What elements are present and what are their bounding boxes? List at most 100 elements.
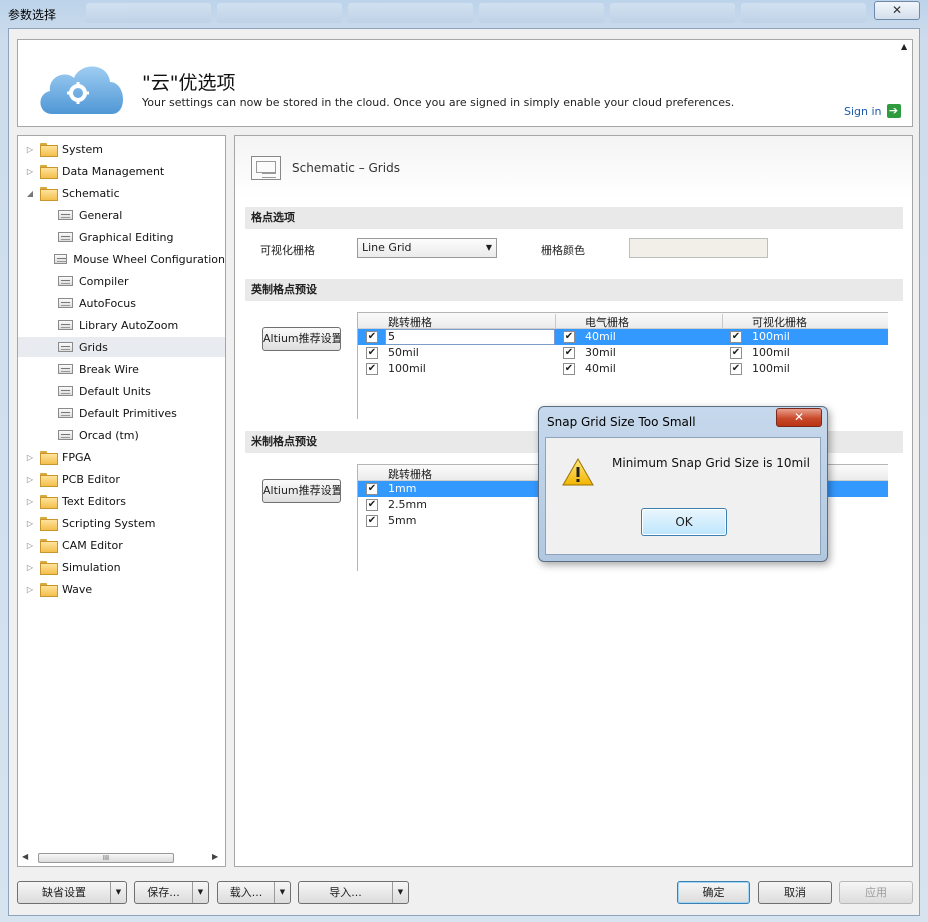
expand-toggle-icon[interactable]: ▷ xyxy=(24,563,36,572)
grid-color-label: 栅格颜色 xyxy=(541,244,585,257)
dialog-message: Minimum Snap Grid Size is 10mil xyxy=(612,456,810,470)
tree-item-label: Schematic xyxy=(62,186,120,200)
enabled-checkbox[interactable]: ✔ xyxy=(366,347,378,359)
scroll-left-icon[interactable]: ◀ xyxy=(22,852,28,861)
visible-grid-select[interactable]: Line Grid ▼ xyxy=(357,238,497,258)
expand-toggle-icon[interactable]: ◢ xyxy=(24,189,36,198)
grid-color-swatch[interactable] xyxy=(629,238,768,258)
enabled-checkbox[interactable]: ✔ xyxy=(730,347,742,359)
expand-toggle-icon[interactable]: ▷ xyxy=(24,497,36,506)
settings-page-icon xyxy=(58,364,73,374)
chevron-down-icon[interactable]: ▼ xyxy=(274,882,290,903)
enabled-checkbox[interactable]: ✔ xyxy=(563,363,575,375)
enabled-checkbox[interactable]: ✔ xyxy=(563,347,575,359)
tree-item[interactable]: ▷ Simulation xyxy=(18,557,225,577)
table-row[interactable]: ✔ 5 ✔ 40mil ✔ 100mil xyxy=(358,329,888,345)
collapse-banner-icon[interactable]: ▲ xyxy=(901,42,907,51)
grid-cell: 5mm xyxy=(388,514,417,527)
imperial-recommended-button[interactable]: Altium推荐设置 xyxy=(262,327,341,351)
tree-item[interactable]: ▷ CAM Editor xyxy=(18,535,225,555)
dialog-ok-button[interactable]: OK xyxy=(641,508,727,536)
import-button[interactable]: 导入... ▼ xyxy=(298,881,409,904)
arrow-right-icon: ➔ xyxy=(886,104,901,118)
load-button[interactable]: 载入... ▼ xyxy=(217,881,291,904)
chevron-down-icon[interactable]: ▼ xyxy=(110,882,126,903)
tree-item[interactable]: ◢ Schematic xyxy=(18,183,225,203)
tree-item[interactable]: Graphical Editing xyxy=(18,227,225,247)
expand-toggle-icon[interactable]: ▷ xyxy=(24,519,36,528)
enabled-checkbox[interactable]: ✔ xyxy=(366,331,378,343)
tree-item[interactable]: ▷ FPGA xyxy=(18,447,225,467)
tree-item-label: Break Wire xyxy=(79,362,139,376)
dialog-body: Minimum Snap Grid Size is 10mil OK xyxy=(545,437,821,555)
defaults-button[interactable]: 缺省设置 ▼ xyxy=(17,881,127,904)
enabled-checkbox[interactable]: ✔ xyxy=(730,363,742,375)
metric-recommended-button[interactable]: Altium推荐设置 xyxy=(262,479,341,503)
enabled-checkbox[interactable]: ✔ xyxy=(366,483,378,495)
expand-toggle-icon[interactable]: ▷ xyxy=(24,475,36,484)
folder-icon xyxy=(40,561,58,575)
tree-item[interactable]: ▷ Wave xyxy=(18,579,225,599)
tree-item[interactable]: Default Units xyxy=(18,381,225,401)
tree-item[interactable]: Grids xyxy=(18,337,225,357)
expand-toggle-icon[interactable]: ▷ xyxy=(24,453,36,462)
folder-icon xyxy=(40,583,58,597)
snap-grid-input[interactable]: 5 xyxy=(385,329,555,345)
tree-item[interactable]: ▷ Text Editors xyxy=(18,491,225,511)
tree-item-label: Simulation xyxy=(62,560,121,574)
grid-cell: 100mil xyxy=(752,346,790,359)
tree-item[interactable]: ▷ System xyxy=(18,139,225,159)
tree-item[interactable]: ▷ Data Management xyxy=(18,161,225,181)
dialog-close-button[interactable]: ✕ xyxy=(776,408,822,427)
enabled-checkbox[interactable]: ✔ xyxy=(730,331,742,343)
cancel-button[interactable]: 取消 xyxy=(758,881,832,904)
expand-toggle-icon[interactable]: ▷ xyxy=(24,167,36,176)
tree-item-label: FPGA xyxy=(62,450,92,464)
enabled-checkbox[interactable]: ✔ xyxy=(366,499,378,511)
expand-toggle-icon[interactable]: ▷ xyxy=(24,585,36,594)
cloud-preferences-title: "云"优选项 xyxy=(142,72,236,94)
folder-icon xyxy=(40,517,58,531)
table-row[interactable]: ✔ 100mil ✔ 40mil ✔ 100mil xyxy=(358,361,888,377)
scrollbar-thumb[interactable]: III xyxy=(38,853,174,863)
column-header: 电气栅格 xyxy=(585,316,629,329)
expand-toggle-icon[interactable]: ▷ xyxy=(24,541,36,550)
preferences-window: 参数选择 ✕ "云"优选项 Your settings can now be s… xyxy=(0,0,928,922)
import-label: 导入... xyxy=(329,886,362,899)
table-row[interactable]: ✔ 50mil ✔ 30mil ✔ 100mil xyxy=(358,345,888,361)
tree-item-label: Library AutoZoom xyxy=(79,318,179,332)
enabled-checkbox[interactable]: ✔ xyxy=(563,331,575,343)
tree-item[interactable]: Library AutoZoom xyxy=(18,315,225,335)
tree-item[interactable]: General xyxy=(18,205,225,225)
enabled-checkbox[interactable]: ✔ xyxy=(366,363,378,375)
ok-button[interactable]: 确定 xyxy=(677,881,750,904)
panel-title: Schematic – Grids xyxy=(292,161,400,175)
tree-horizontal-scrollbar[interactable]: ◀ III ▶ xyxy=(22,852,221,864)
expand-toggle-icon[interactable]: ▷ xyxy=(24,145,36,154)
tree-item-label: Scripting System xyxy=(62,516,156,530)
tree-item[interactable]: ▷ Scripting System xyxy=(18,513,225,533)
cloud-preferences-subtitle: Your settings can now be stored in the c… xyxy=(142,96,735,109)
chevron-down-icon[interactable]: ▼ xyxy=(192,882,208,903)
sign-in-link[interactable]: Sign in ➔ xyxy=(844,104,901,118)
enabled-checkbox[interactable]: ✔ xyxy=(366,515,378,527)
title-bar: 参数选择 ✕ xyxy=(0,0,928,28)
chevron-down-icon[interactable]: ▼ xyxy=(392,882,408,903)
tree-item[interactable]: Compiler xyxy=(18,271,225,291)
tree-item-label: Text Editors xyxy=(62,494,127,508)
tree-item[interactable]: Default Primitives xyxy=(18,403,225,423)
save-button[interactable]: 保存... ▼ xyxy=(134,881,209,904)
apply-button[interactable]: 应用 xyxy=(839,881,913,904)
folder-icon xyxy=(40,143,58,157)
tree-item[interactable]: Break Wire xyxy=(18,359,225,379)
window-close-button[interactable]: ✕ xyxy=(874,1,920,20)
tree-item[interactable]: Mouse Wheel Configuration xyxy=(18,249,225,269)
tree-item[interactable]: ▷ PCB Editor xyxy=(18,469,225,489)
folder-icon xyxy=(40,539,58,553)
settings-page-icon xyxy=(53,254,68,264)
grid-cell: 40mil xyxy=(585,362,616,375)
tree-item[interactable]: Orcad (tm) xyxy=(18,425,225,445)
scroll-right-icon[interactable]: ▶ xyxy=(212,852,218,861)
tree-item[interactable]: AutoFocus xyxy=(18,293,225,313)
settings-page-icon xyxy=(58,232,73,242)
